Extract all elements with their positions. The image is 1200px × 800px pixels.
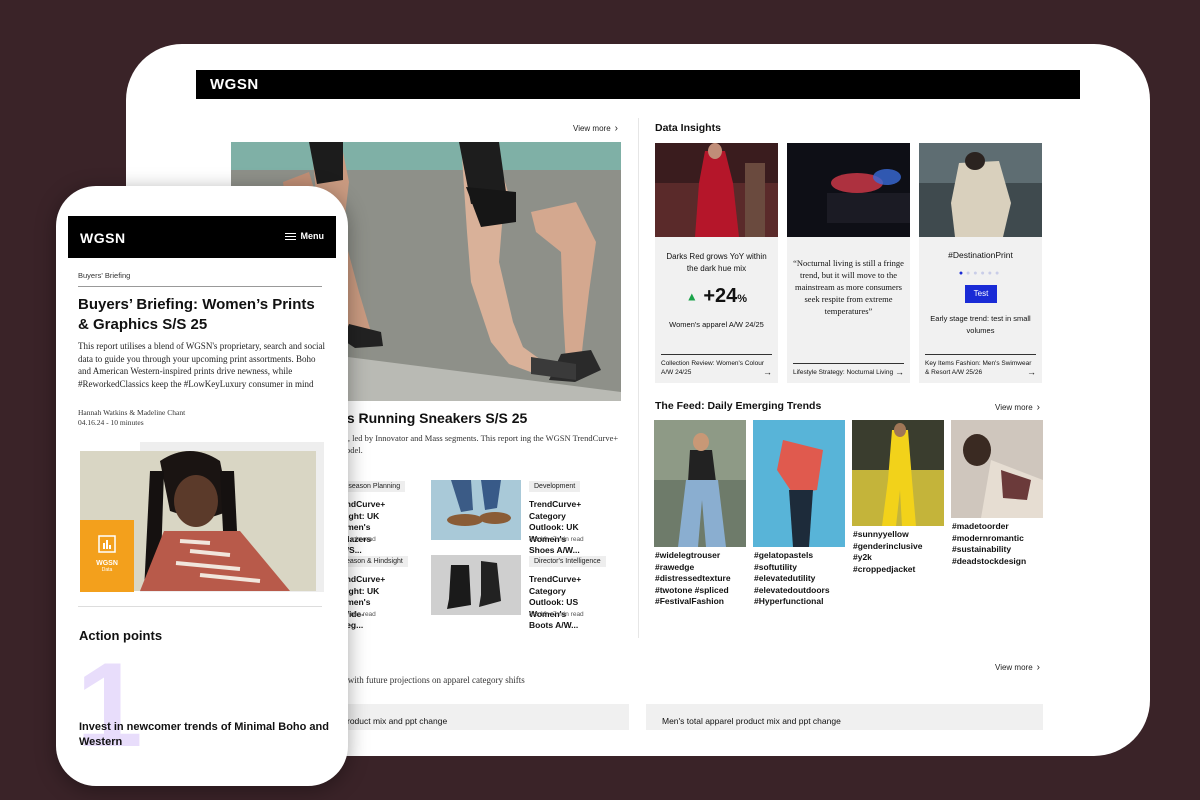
view-more-link[interactable]: View more › (573, 123, 618, 134)
arrow-right-icon: → (763, 367, 772, 377)
feed-image-yellow[interactable] (852, 420, 944, 526)
test-button[interactable]: Test (965, 285, 997, 303)
chevron-right-icon: › (1036, 662, 1040, 673)
action-number: 1 (76, 638, 143, 772)
chevron-right-icon: › (614, 123, 618, 134)
feed-tags: #widelegtrouser #rawedge #distressedtext… (655, 550, 731, 606)
article-title: TrendCurve+ Category Outlook: US Women's… (529, 574, 582, 630)
arrow-right-icon: → (1027, 367, 1036, 377)
insight-quote: “Nocturnal living is still a fringe tren… (793, 258, 904, 316)
bottom-description: g with future projections on apparel cat… (341, 675, 525, 685)
shoes-thumbnail (431, 480, 521, 540)
category-tag: -season Planning (341, 481, 406, 492)
feed-view-more-link[interactable]: View more › (995, 402, 1040, 413)
chart-panel-women[interactable]: roduct mix and ppt change (331, 704, 629, 730)
insight-subtext: Women's apparel A/W 24/25 (669, 320, 764, 329)
feed-image-wideleg[interactable] (654, 420, 746, 547)
divider (78, 286, 322, 287)
insight-hashtag: #DestinationPrint (948, 250, 1013, 260)
night-car-image (787, 143, 910, 237)
insight-footer-link[interactable]: Lifestyle Strategy: Nocturnal Living → (793, 363, 904, 377)
destination-print-image (919, 143, 1042, 237)
wgsn-logo[interactable]: WGSN (210, 76, 259, 93)
column-divider (638, 118, 639, 638)
top-navigation-bar: WGSN (196, 70, 1080, 99)
article-meta: 8.8.19 • 7 min read (529, 536, 584, 543)
article-authors: Hannah Watkins & Madeline Chant (78, 408, 186, 417)
category-tag: Director's Intelligence (529, 556, 606, 567)
article-title: TrendCurve+ Category Outlook: UK Women's… (529, 499, 582, 555)
phone-navigation-bar: WGSN Menu (68, 216, 336, 258)
article-meta: 8.8.19 • 7 min read (529, 611, 584, 618)
up-arrow-icon: ▲ (685, 289, 698, 304)
action-point-text: Invest in newcomer trends of Minimal Boh… (79, 721, 329, 748)
stat-value: ▲ +24% (685, 285, 748, 307)
category-tag: eason & Hindsight (341, 556, 408, 567)
data-insights-heading: Data Insights (655, 122, 721, 134)
hamburger-icon (284, 233, 296, 241)
bar-chart-icon (80, 534, 134, 554)
feed-image-gelato[interactable] (753, 420, 845, 547)
breadcrumb[interactable]: Buyers' Briefing (78, 271, 130, 280)
red-dress-image (655, 143, 778, 237)
article-title: Buyers’ Briefing: Women’s Prints & Graph… (78, 296, 315, 333)
insight-footer-link[interactable]: Collection Review: Women's Colour A/W 24… (661, 354, 772, 377)
arrow-right-icon: → (895, 367, 904, 377)
phone-device: WGSN Menu Buyers' Briefing Buyers’ Brief… (56, 186, 348, 786)
article-date: 04.16.24 - 10 minutes (78, 418, 144, 427)
feed-image-madetoorder[interactable] (951, 420, 1043, 518)
insight-text: Darks Red grows YoY within the dark hue … (666, 252, 767, 273)
wgsn-logo[interactable]: WGSN (80, 230, 126, 246)
feed-heading: The Feed: Daily Emerging Trends (655, 400, 822, 412)
data-insight-card-destination-print[interactable]: #DestinationPrint ●●●●●● Test Early stag… (919, 143, 1042, 383)
menu-button[interactable]: Menu (284, 231, 324, 241)
chart-panel-men[interactable]: Men's total apparel product mix and ppt … (646, 704, 1043, 730)
data-insight-card-red[interactable]: Darks Red grows YoY within the dark hue … (655, 143, 778, 383)
divider (78, 606, 322, 607)
carousel-dots[interactable]: ●●●●●● (919, 270, 1042, 277)
insight-footer-link[interactable]: Key Items Fashion: Men's Swimwear & Reso… (925, 354, 1036, 377)
boots-thumbnail (431, 555, 521, 615)
bottom-view-more-link[interactable]: View more › (995, 662, 1040, 673)
insight-subtext: Early stage trend: test in small volumes (930, 314, 1031, 335)
article-body: This report utilises a blend of WGSN's p… (78, 341, 326, 389)
feed-tags: #gelatopastels #softutility #elevateduti… (754, 550, 830, 606)
data-badge: WGSN Data (80, 520, 134, 592)
chevron-right-icon: › (1036, 402, 1040, 413)
feed-tags: #sunnyyellow #genderinclusive #y2k #crop… (853, 529, 923, 574)
feed-tags: #madetoorder #modernromantic #sustainabi… (952, 521, 1027, 566)
data-insight-card-nocturnal[interactable]: “Nocturnal living is still a fringe tren… (787, 143, 910, 383)
phone-screen: WGSN Menu Buyers' Briefing Buyers’ Brief… (68, 200, 336, 772)
category-tag: Development (529, 481, 581, 492)
